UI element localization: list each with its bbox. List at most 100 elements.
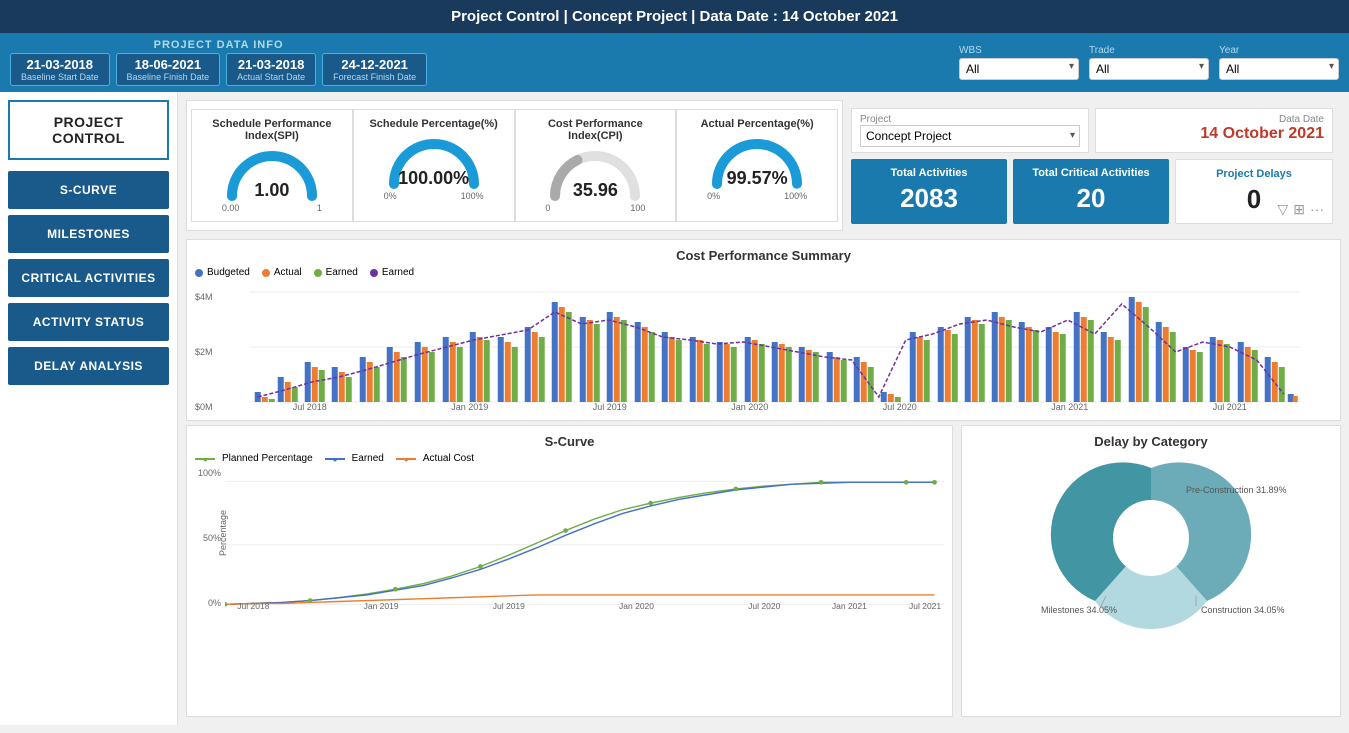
cost-chart-section: Cost Performance Summary Budgeted Actual	[178, 235, 1349, 425]
year-label: Year	[1219, 45, 1339, 56]
svg-text:Jan 2020: Jan 2020	[619, 601, 654, 611]
legend-earned-purple-dot	[370, 269, 378, 277]
legend-earned-purple: Earned	[370, 267, 414, 278]
legend-earned-scurve: ● Earned	[325, 453, 384, 464]
forecast-finish-box: 24-12-2021 Forecast Finish Date	[322, 53, 427, 86]
project-date-row: Project Concept Project Data Date 14 Oct…	[851, 108, 1333, 153]
sidebar-btn-scurve[interactable]: S-CURVE	[8, 171, 169, 209]
scurve-y-100: 100%	[195, 468, 221, 478]
svg-text:Jan 2021: Jan 2021	[1051, 402, 1088, 412]
legend-actual-cost-scurve: ● Actual Cost	[396, 453, 474, 464]
trade-label: Trade	[1089, 45, 1209, 56]
legend-actual: Actual	[262, 267, 302, 278]
sidebar-btn-critical[interactable]: CRITICAL ACTIVITIES	[8, 259, 169, 297]
table-icon[interactable]: ⊞	[1293, 201, 1305, 218]
legend-planned: ● Planned Percentage	[195, 453, 313, 464]
forecast-finish-value: 24-12-2021	[333, 57, 416, 72]
svg-text:Jul 2019: Jul 2019	[493, 601, 525, 611]
legend-budgeted: Budgeted	[195, 267, 250, 278]
filter-icon[interactable]: ▽	[1277, 201, 1288, 218]
cost-bar-chart: Jul 2018 Jan 2019 Jul 2019 Jan 2020 Jul …	[217, 282, 1332, 412]
sidebar-btn-milestones[interactable]: MILESTONES	[8, 215, 169, 253]
svg-text:Jan 2019: Jan 2019	[451, 402, 488, 412]
forecast-finish-label: Forecast Finish Date	[333, 72, 416, 82]
baseline-finish-box: 18-06-2021 Baseline Finish Date	[116, 53, 221, 86]
project-delays-box: Project Delays 0 ▽ ⊞ ···	[1175, 159, 1333, 224]
legend-earned-purple-label: Earned	[382, 267, 414, 278]
gauge-actual-title: Actual Percentage(%)	[701, 118, 814, 130]
legend-actual-dot	[262, 269, 270, 277]
svg-text:Jul 2021: Jul 2021	[909, 601, 941, 611]
wbs-select[interactable]: All	[959, 58, 1079, 80]
page-header: Project Control | Concept Project | Data…	[0, 0, 1349, 33]
svg-text:Jul 2020: Jul 2020	[748, 601, 780, 611]
trade-filter: Trade All	[1089, 45, 1209, 80]
actual-start-value: 21-03-2018	[237, 57, 305, 72]
right-panel: Project Concept Project Data Date 14 Oct…	[851, 100, 1341, 231]
stats-row: Total Activities 2083 Total Critical Act…	[851, 159, 1333, 224]
scurve-y-0: 0%	[195, 598, 221, 608]
cost-chart-title: Cost Performance Summary	[195, 248, 1332, 263]
gauge-cpi: Cost Performance Index(CPI) 35.96 0 100	[515, 109, 677, 222]
scurve-panel: S-Curve ● Planned Percentage ●	[186, 425, 953, 717]
baseline-finish-label: Baseline Finish Date	[127, 72, 210, 82]
total-activities-label: Total Activities	[859, 167, 999, 179]
scurve-title: S-Curve	[195, 434, 944, 449]
sidebar-title: PROJECT CONTROL	[8, 100, 169, 160]
content-area: Schedule Performance Index(SPI) 1.00 0.0…	[178, 92, 1349, 725]
trade-select[interactable]: All	[1089, 58, 1209, 80]
gauge-spi-title: Schedule Performance Index(SPI)	[200, 118, 344, 142]
gauge-cpi-value: 35.96	[573, 180, 618, 201]
legend-budgeted-dot	[195, 269, 203, 277]
gauge-actual-max: 100%	[784, 191, 807, 201]
svg-text:Jan 2019: Jan 2019	[364, 601, 399, 611]
data-info-bar: PROJECT DATA INFO 21-03-2018 Baseline St…	[0, 33, 1349, 92]
y-label-2m: $2M	[195, 347, 213, 357]
gauge-actual-value: 99.57%	[727, 168, 788, 189]
sidebar-btn-delay[interactable]: DELAY ANALYSIS	[8, 347, 169, 385]
gauge-spi-max: 1	[317, 203, 322, 213]
cost-chart-legend: Budgeted Actual Earned Earned	[195, 267, 1332, 278]
project-select[interactable]: Concept Project	[860, 125, 1080, 147]
scurve-chart: Jul 2018 Jan 2019 Jul 2019 Jan 2020 Jul …	[225, 468, 944, 613]
total-activities-box: Total Activities 2083	[851, 159, 1007, 224]
year-filter: Year All	[1219, 45, 1339, 80]
baseline-start-box: 21-03-2018 Baseline Start Date	[10, 53, 110, 86]
baseline-start-label: Baseline Start Date	[21, 72, 99, 82]
gauge-actual-min: 0%	[707, 191, 720, 201]
total-critical-box: Total Critical Activities 20	[1013, 159, 1169, 224]
actual-start-box: 21-03-2018 Actual Start Date	[226, 53, 316, 86]
scurve-y-axis-label: Percentage	[218, 510, 228, 556]
y-label-4m: $4M	[195, 292, 213, 302]
scurve-legend: ● Planned Percentage ● Earned	[195, 453, 944, 464]
data-date-box: Data Date 14 October 2021	[1095, 108, 1333, 153]
legend-budgeted-label: Budgeted	[207, 267, 250, 278]
gauge-schedule-max: 100%	[461, 191, 484, 201]
gauge-spi-value: 1.00	[254, 180, 289, 201]
year-select[interactable]: All	[1219, 58, 1339, 80]
sidebar: PROJECT CONTROL S-CURVE MILESTONES CRITI…	[0, 92, 178, 725]
legend-actual-label: Actual	[274, 267, 302, 278]
sidebar-btn-activity-status[interactable]: ACTIVITY STATUS	[8, 303, 169, 341]
total-critical-value: 20	[1021, 183, 1161, 214]
gauge-cpi-min: 0	[545, 203, 550, 213]
kpi-section: Schedule Performance Index(SPI) 1.00 0.0…	[178, 92, 1349, 235]
bottom-charts: S-Curve ● Planned Percentage ●	[178, 425, 1349, 725]
svg-text:Jan 2021: Jan 2021	[832, 601, 867, 611]
actual-start-label: Actual Start Date	[237, 72, 305, 82]
svg-text:Jul 2018: Jul 2018	[237, 601, 269, 611]
gauge-spi: Schedule Performance Index(SPI) 1.00 0.0…	[191, 109, 353, 222]
delay-icons: ▽ ⊞ ···	[1277, 201, 1324, 218]
svg-text:Jul 2019: Jul 2019	[592, 402, 626, 412]
svg-text:Jan 2020: Jan 2020	[731, 402, 768, 412]
y-label-0m: $0M	[195, 402, 213, 412]
legend-earned-scurve-label: Earned	[352, 453, 384, 464]
svg-text:Milestones 34.05%: Milestones 34.05%	[1041, 605, 1117, 615]
svg-text:Construction 34.05%: Construction 34.05%	[1201, 605, 1285, 615]
wbs-label: WBS	[959, 45, 1079, 56]
gauge-schedule-title: Schedule Percentage(%)	[369, 118, 497, 130]
more-icon[interactable]: ···	[1310, 201, 1324, 218]
filter-group: WBS All Trade All Year	[959, 45, 1339, 80]
gauge-schedule-pct: Schedule Percentage(%) 100.00% 0% 100%	[353, 109, 515, 222]
legend-planned-label: Planned Percentage	[222, 453, 313, 464]
